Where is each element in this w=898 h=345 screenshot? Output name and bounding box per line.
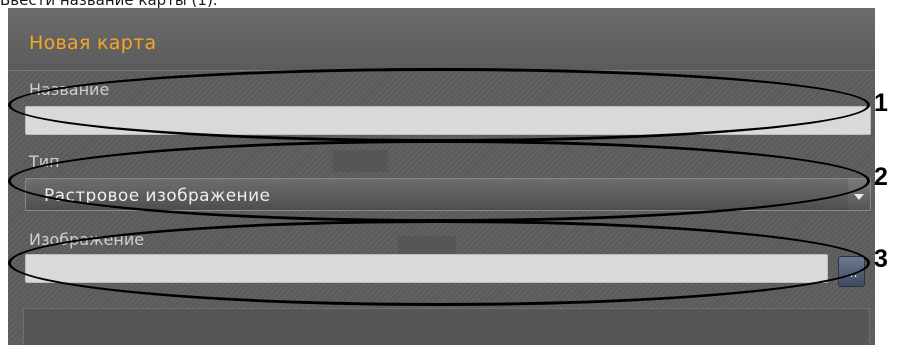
annotation-ellipse-2 (8, 140, 870, 222)
dialog-title: Новая карта (29, 32, 157, 54)
annotation-marker-1: 1 (874, 89, 888, 117)
background-panel (23, 308, 870, 345)
dialog-header: Новая карта (8, 8, 875, 70)
annotation-marker-3: 3 (874, 245, 888, 273)
annotation-ellipse-1 (8, 68, 870, 142)
annotation-ellipse-3 (8, 220, 870, 306)
annotation-marker-2: 2 (874, 163, 888, 191)
